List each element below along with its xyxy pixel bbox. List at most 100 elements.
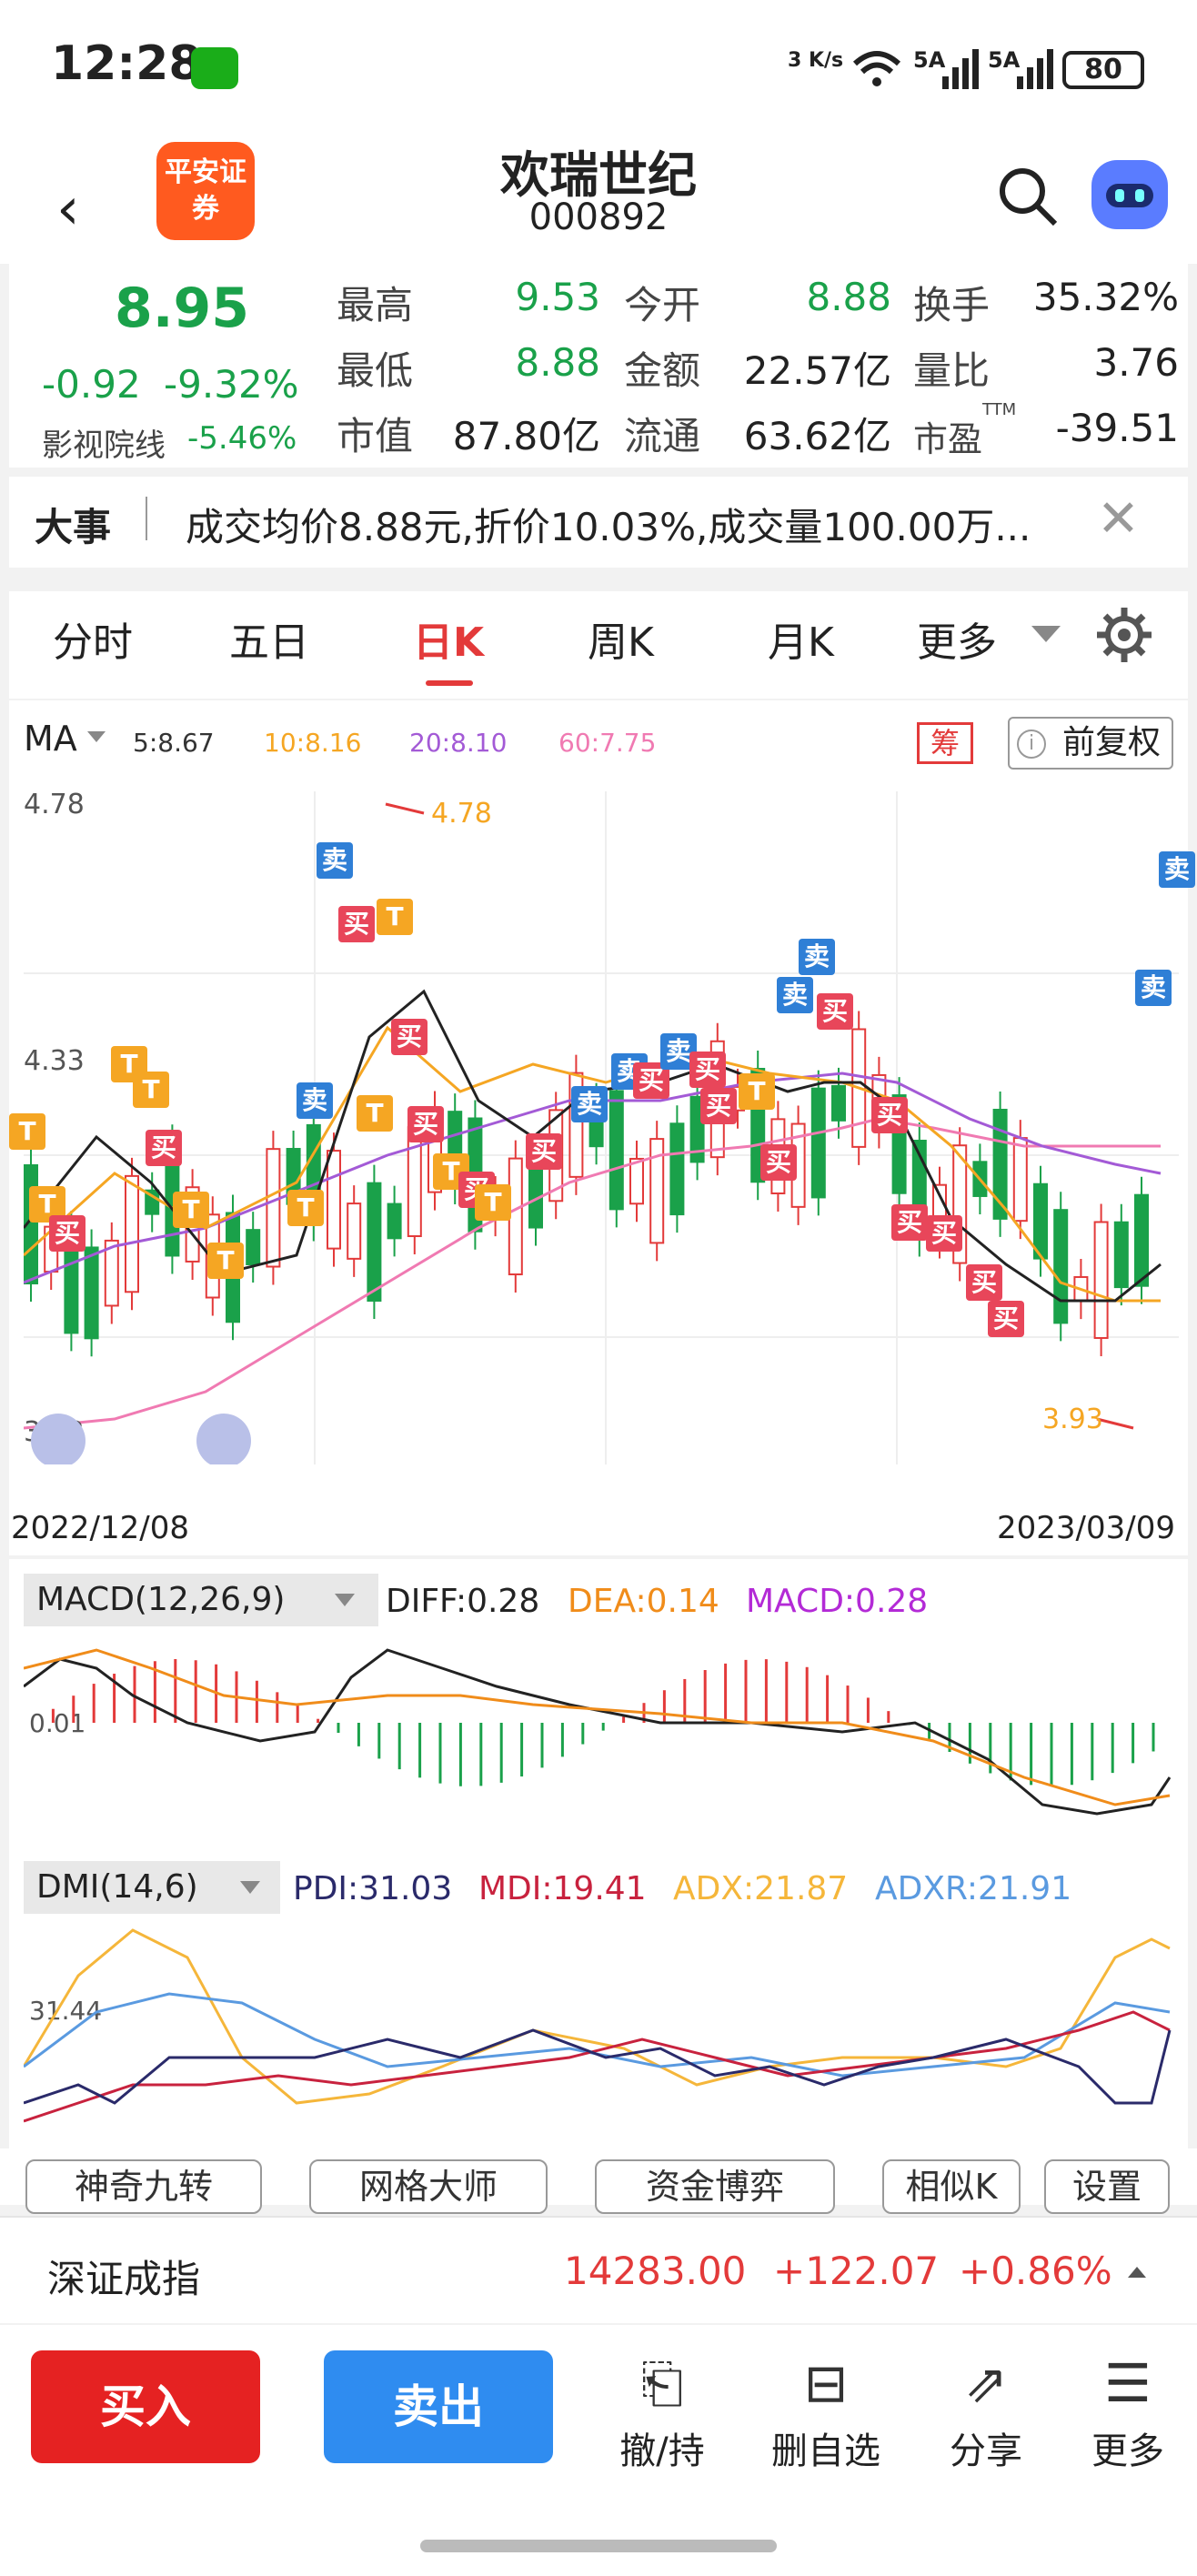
battery-icon: 80: [1062, 51, 1144, 89]
share-button[interactable]: ⇗ 分享: [931, 2354, 1041, 2474]
tool-strip: 神奇九转 网格大师 资金博弈 相似K 设置: [0, 2148, 1197, 2214]
assistant-robot-icon[interactable]: [1091, 160, 1168, 229]
signal-icon: [942, 49, 979, 89]
sell-button[interactable]: 卖出: [324, 2350, 553, 2463]
amount-label: 金额: [624, 348, 701, 393]
more-button[interactable]: ☰ 更多: [1073, 2354, 1182, 2474]
candle-body: [1053, 1209, 1069, 1324]
open-label: 今开: [624, 283, 701, 327]
chevron-down-icon[interactable]: [335, 1594, 355, 1606]
ma-label[interactable]: MA: [24, 719, 77, 759]
high-label: 最高: [337, 283, 414, 327]
price-change: -0.92: [42, 362, 141, 407]
candle-body: [327, 1150, 341, 1250]
chevron-down-icon[interactable]: [240, 1881, 260, 1894]
volume-ratio-value: 3.76: [1093, 340, 1179, 385]
dmi-panel[interactable]: DMI(14,6) PDI:31.03 MDI:19.41 ADX:21.87 …: [9, 1852, 1188, 2148]
candle-body: [347, 1202, 362, 1260]
pe-label: 市盈: [913, 419, 983, 459]
chip-distribution-button[interactable]: 筹: [917, 722, 973, 764]
home-indicator: [420, 2540, 777, 2552]
turnover-label: 换手: [913, 283, 991, 327]
high-value: 9.53: [515, 275, 600, 319]
macd-selector[interactable]: MACD(12,26,9): [24, 1574, 378, 1626]
news-text[interactable]: 成交均价8.88元,折价10.03%,成交量100.00万...: [186, 497, 1077, 552]
current-price: 8.95: [115, 277, 250, 340]
macd-value: MACD:0.28: [746, 1583, 929, 1620]
low-label: 最低: [337, 348, 414, 393]
dmi-chart: [24, 1928, 1172, 2123]
candle-body: [387, 1202, 402, 1240]
search-icon[interactable]: [995, 164, 1061, 229]
low-marker: 3.93: [1042, 1404, 1103, 1435]
pe-value: -39.51: [1055, 406, 1179, 450]
period-tabs: 分时 五日 日K 周K 月K 更多: [9, 591, 1188, 699]
candle-body: [1134, 1193, 1149, 1287]
ma60-value: 60:7.75: [558, 728, 657, 758]
open-value: 8.88: [806, 275, 891, 319]
ma5-value: 5:8.67: [133, 728, 215, 758]
chevron-down-icon[interactable]: [1031, 626, 1061, 642]
candle-body: [1033, 1182, 1048, 1260]
macd-panel[interactable]: MACD(12,26,9) DIFF:0.28 DEA:0.14 MACD:0.…: [9, 1559, 1188, 1852]
tab-intraday[interactable]: 分时: [53, 609, 133, 668]
candles: [24, 1011, 1149, 1357]
candle-body: [528, 1162, 543, 1229]
float-cap-value: 63.62亿: [743, 414, 891, 458]
clock: 12:28: [51, 36, 202, 91]
sector-pct: -5.46%: [187, 420, 297, 457]
candle-body: [629, 1157, 644, 1205]
candle-body: [84, 1246, 99, 1340]
index-name: 深证成指: [47, 2257, 201, 2301]
float-cap-label: 流通: [624, 414, 701, 458]
candle-body: [669, 1122, 685, 1216]
tab-active-indicator: [426, 680, 473, 686]
tool-magic-nine[interactable]: 神奇九转: [25, 2159, 262, 2214]
candle-body: [407, 1126, 422, 1238]
ma20-value: 20:8.10: [409, 728, 508, 758]
tab-daily-k[interactable]: 日K: [413, 609, 484, 668]
tool-similar-k[interactable]: 相似K: [882, 2159, 1021, 2214]
pe-ttm-label: TTM: [982, 400, 1017, 419]
candle-body: [1093, 1221, 1109, 1339]
cancel-hold-button[interactable]: ⎗ 撤/持: [608, 2354, 717, 2474]
kline-chart[interactable]: 4.78 4.33 3.92 4.78 3.93: [24, 791, 1179, 1464]
remove-watchlist-button[interactable]: ⊟ 删自选: [771, 2354, 880, 2474]
news-banner[interactable]: 大事 成交均价8.88元,折价10.03%,成交量100.00万... ✕: [9, 477, 1188, 568]
tab-more[interactable]: 更多: [917, 609, 997, 668]
index-ticker[interactable]: 深证成指 14283.00 +122.07 +0.86%: [0, 2216, 1197, 2323]
network-type-2: 5A: [988, 47, 1021, 73]
tool-grid-master[interactable]: 网格大师: [309, 2159, 548, 2214]
bottom-action-bar: 买入 卖出 ⎗ 撤/持 ⊟ 删自选 ⇗ 分享 ☰ 更多: [0, 2325, 1197, 2576]
wechat-icon: [191, 47, 238, 89]
tab-five-day[interactable]: 五日: [229, 609, 309, 668]
index-pct: +0.86%: [959, 2249, 1112, 2293]
macd-dea: DEA:0.14: [568, 1583, 719, 1620]
ma-dropdown-icon[interactable]: [87, 731, 106, 742]
chevron-up-icon[interactable]: [1128, 2267, 1146, 2278]
signal-icon-2: [1017, 49, 1053, 89]
candle-body: [266, 1148, 281, 1268]
quote-panel: 8.95 -0.92 -9.32% 影视院线 -5.46% 最高 9.53 今开…: [9, 257, 1188, 468]
kline-panel[interactable]: MA 5:8.67 10:8.16 20:8.10 60:7.75 筹 前复权 …: [9, 700, 1195, 1555]
candle-body: [1113, 1221, 1129, 1289]
sector-name[interactable]: 影视院线: [42, 420, 166, 465]
dmi-adx: ADX:21.87: [673, 1870, 849, 1907]
tool-capital-game[interactable]: 资金博弈: [595, 2159, 835, 2214]
close-icon[interactable]: ✕: [1097, 489, 1140, 548]
tab-weekly-k[interactable]: 周K: [588, 609, 654, 668]
market-cap-label: 市值: [337, 414, 414, 458]
candle-body: [831, 1084, 846, 1122]
candle-body: [125, 1174, 139, 1293]
cancel-hold-icon: ⎗: [640, 2352, 684, 2414]
buy-button[interactable]: 买入: [31, 2350, 260, 2463]
gear-icon[interactable]: [1095, 606, 1153, 664]
market-cap-value: 87.80亿: [452, 414, 600, 458]
x-start-date: 2022/12/08: [11, 1510, 189, 1546]
low-value: 8.88: [515, 340, 600, 385]
index-value: 14283.00: [564, 2249, 747, 2293]
news-tag: 大事: [35, 505, 112, 549]
tab-monthly-k[interactable]: 月K: [768, 609, 834, 668]
tool-settings[interactable]: 设置: [1044, 2159, 1170, 2214]
info-icon: i: [1017, 730, 1046, 759]
